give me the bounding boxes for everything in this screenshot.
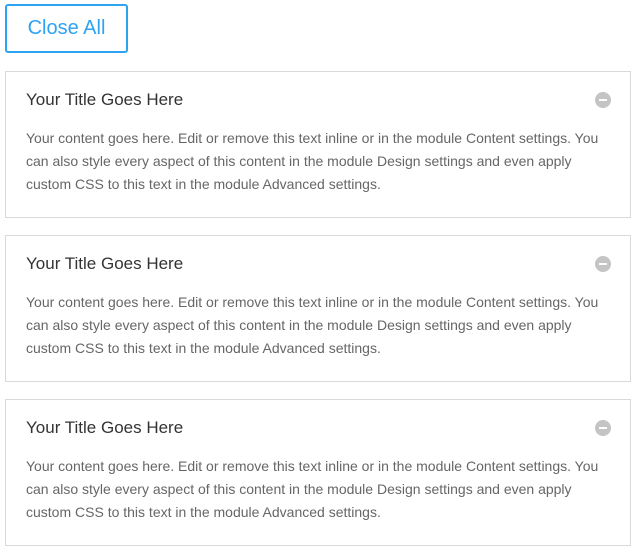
close-all-button[interactable]: Close All <box>5 4 128 53</box>
toggle-content: Your content goes here. Edit or remove t… <box>26 130 599 192</box>
toggle-item: Your Title Goes Here Your content goes h… <box>5 235 631 382</box>
toggle-title[interactable]: Your Title Goes Here <box>26 416 183 440</box>
minus-circle-icon[interactable] <box>595 92 611 108</box>
minus-circle-icon[interactable] <box>595 256 611 272</box>
toggle-title[interactable]: Your Title Goes Here <box>26 88 183 112</box>
toggle-item: Your Title Goes Here Your content goes h… <box>5 399 631 546</box>
toggle-item: Your Title Goes Here Your content goes h… <box>5 71 631 218</box>
toggle-content: Your content goes here. Edit or remove t… <box>26 458 599 520</box>
toggle-title[interactable]: Your Title Goes Here <box>26 252 183 276</box>
minus-circle-icon[interactable] <box>595 420 611 436</box>
toggle-content: Your content goes here. Edit or remove t… <box>26 294 599 356</box>
